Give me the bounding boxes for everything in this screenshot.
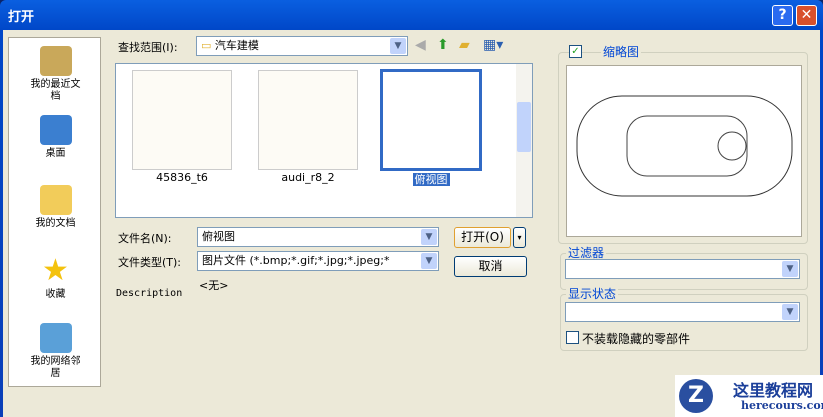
places-bar: 我的最近文档 桌面 我的文档 ★ 收藏 我的网络邻居 bbox=[8, 37, 101, 387]
look-in-label: 查找范围(I): bbox=[118, 41, 178, 54]
back-icon[interactable]: ◀ bbox=[415, 37, 426, 53]
thumbnail-preview bbox=[566, 65, 802, 237]
no-load-hidden-checkbox[interactable] bbox=[566, 331, 579, 344]
watermark-url: herecours.com bbox=[741, 399, 823, 412]
filter-select[interactable]: ▼ bbox=[565, 259, 800, 279]
filetype-value: 图片文件 (*.bmp;*.gif;*.jpg;*.jpeg;* bbox=[202, 254, 390, 267]
desktop-icon bbox=[39, 115, 72, 145]
watermark: Z 这里教程网 herecours.com bbox=[675, 375, 823, 417]
file-thumbnail-selected[interactable] bbox=[380, 69, 482, 171]
car-top-view-drawing bbox=[576, 95, 793, 197]
watermark-logo-icon: Z bbox=[679, 379, 713, 413]
chevron-down-icon[interactable]: ▼ bbox=[782, 261, 798, 277]
new-folder-icon[interactable]: ▰ bbox=[459, 37, 470, 53]
filename-label: 文件名(N): bbox=[118, 232, 172, 245]
favorites-star-icon: ★ bbox=[42, 253, 69, 288]
look-in-combo[interactable]: ▭ 汽车建模 ▼ bbox=[196, 36, 408, 56]
file-thumbnail[interactable] bbox=[258, 70, 358, 170]
help-button[interactable]: ? bbox=[772, 5, 793, 26]
place-network[interactable]: 我的网络邻居 bbox=[9, 323, 102, 380]
file-name[interactable]: 45836_t6 bbox=[132, 171, 232, 184]
thumbnail-label: 缩略图 bbox=[601, 43, 642, 60]
place-recent[interactable]: 我的最近文档 bbox=[9, 46, 102, 103]
network-icon bbox=[39, 323, 72, 353]
place-label: 我的最近文档 bbox=[30, 79, 81, 102]
place-label: 我的网络邻居 bbox=[30, 356, 81, 379]
file-name-selected[interactable]: 俯视图 bbox=[381, 171, 481, 187]
description-value: <无> bbox=[199, 279, 229, 292]
recent-documents-icon bbox=[39, 46, 72, 76]
filetype-select[interactable]: 图片文件 (*.bmp;*.gif;*.jpg;*.jpeg;* ▼ bbox=[197, 251, 439, 271]
dialog-title: 打开 bbox=[8, 10, 35, 25]
watermark-title: 这里教程网 bbox=[733, 381, 814, 400]
filename-input[interactable]: 俯视图 ▼ bbox=[197, 227, 439, 247]
chevron-down-icon[interactable]: ▼ bbox=[782, 304, 798, 320]
close-button[interactable]: ✕ bbox=[796, 5, 817, 26]
chevron-down-icon[interactable]: ▼ bbox=[421, 229, 437, 245]
my-documents-icon bbox=[39, 185, 72, 215]
cancel-button[interactable]: 取消 bbox=[454, 256, 527, 277]
display-state-select[interactable]: ▼ bbox=[565, 302, 800, 322]
look-in-value: 汽车建模 bbox=[214, 39, 259, 52]
file-name[interactable]: audi_r8_2 bbox=[258, 171, 358, 184]
place-desktop[interactable]: 桌面 bbox=[9, 115, 102, 160]
thumbnail-checkbox[interactable]: ✓ bbox=[569, 45, 582, 58]
chevron-down-icon[interactable]: ▼ bbox=[390, 38, 406, 54]
scrollbar-thumb[interactable] bbox=[517, 102, 531, 152]
filename-value: 俯视图 bbox=[202, 230, 235, 243]
place-favorites[interactable]: ★ 收藏 bbox=[9, 256, 102, 301]
open-button[interactable]: 打开(O) bbox=[454, 227, 511, 248]
file-list-scrollbar[interactable] bbox=[516, 64, 532, 217]
filetype-label: 文件类型(T): bbox=[118, 256, 182, 269]
selected-file-label: 俯视图 bbox=[412, 173, 450, 186]
place-label: 收藏 bbox=[45, 289, 66, 300]
chevron-down-icon[interactable]: ▼ bbox=[421, 253, 437, 269]
no-load-hidden-label: 不装载隐藏的零部件 bbox=[582, 332, 691, 346]
view-menu-icon[interactable]: ▦▾ bbox=[483, 37, 503, 53]
display-state-label: 显示状态 bbox=[566, 285, 619, 302]
up-folder-icon[interactable]: ⬆ bbox=[437, 37, 449, 53]
open-dropdown-button[interactable]: ▾ bbox=[513, 227, 526, 248]
place-label: 我的文档 bbox=[35, 218, 76, 229]
file-list: 45836_t6 audi_r8_2 俯视图 bbox=[115, 63, 533, 218]
open-dialog: 打开 ? ✕ 我的最近文档 桌面 我的文档 ★ 收藏 我的网络邻居 查找范围(I)… bbox=[0, 0, 823, 417]
place-my-documents[interactable]: 我的文档 bbox=[9, 185, 102, 230]
description-label: Description bbox=[116, 288, 183, 299]
folder-icon: ▭ bbox=[201, 39, 212, 52]
file-thumbnail[interactable] bbox=[132, 70, 232, 170]
place-label: 桌面 bbox=[45, 148, 66, 159]
